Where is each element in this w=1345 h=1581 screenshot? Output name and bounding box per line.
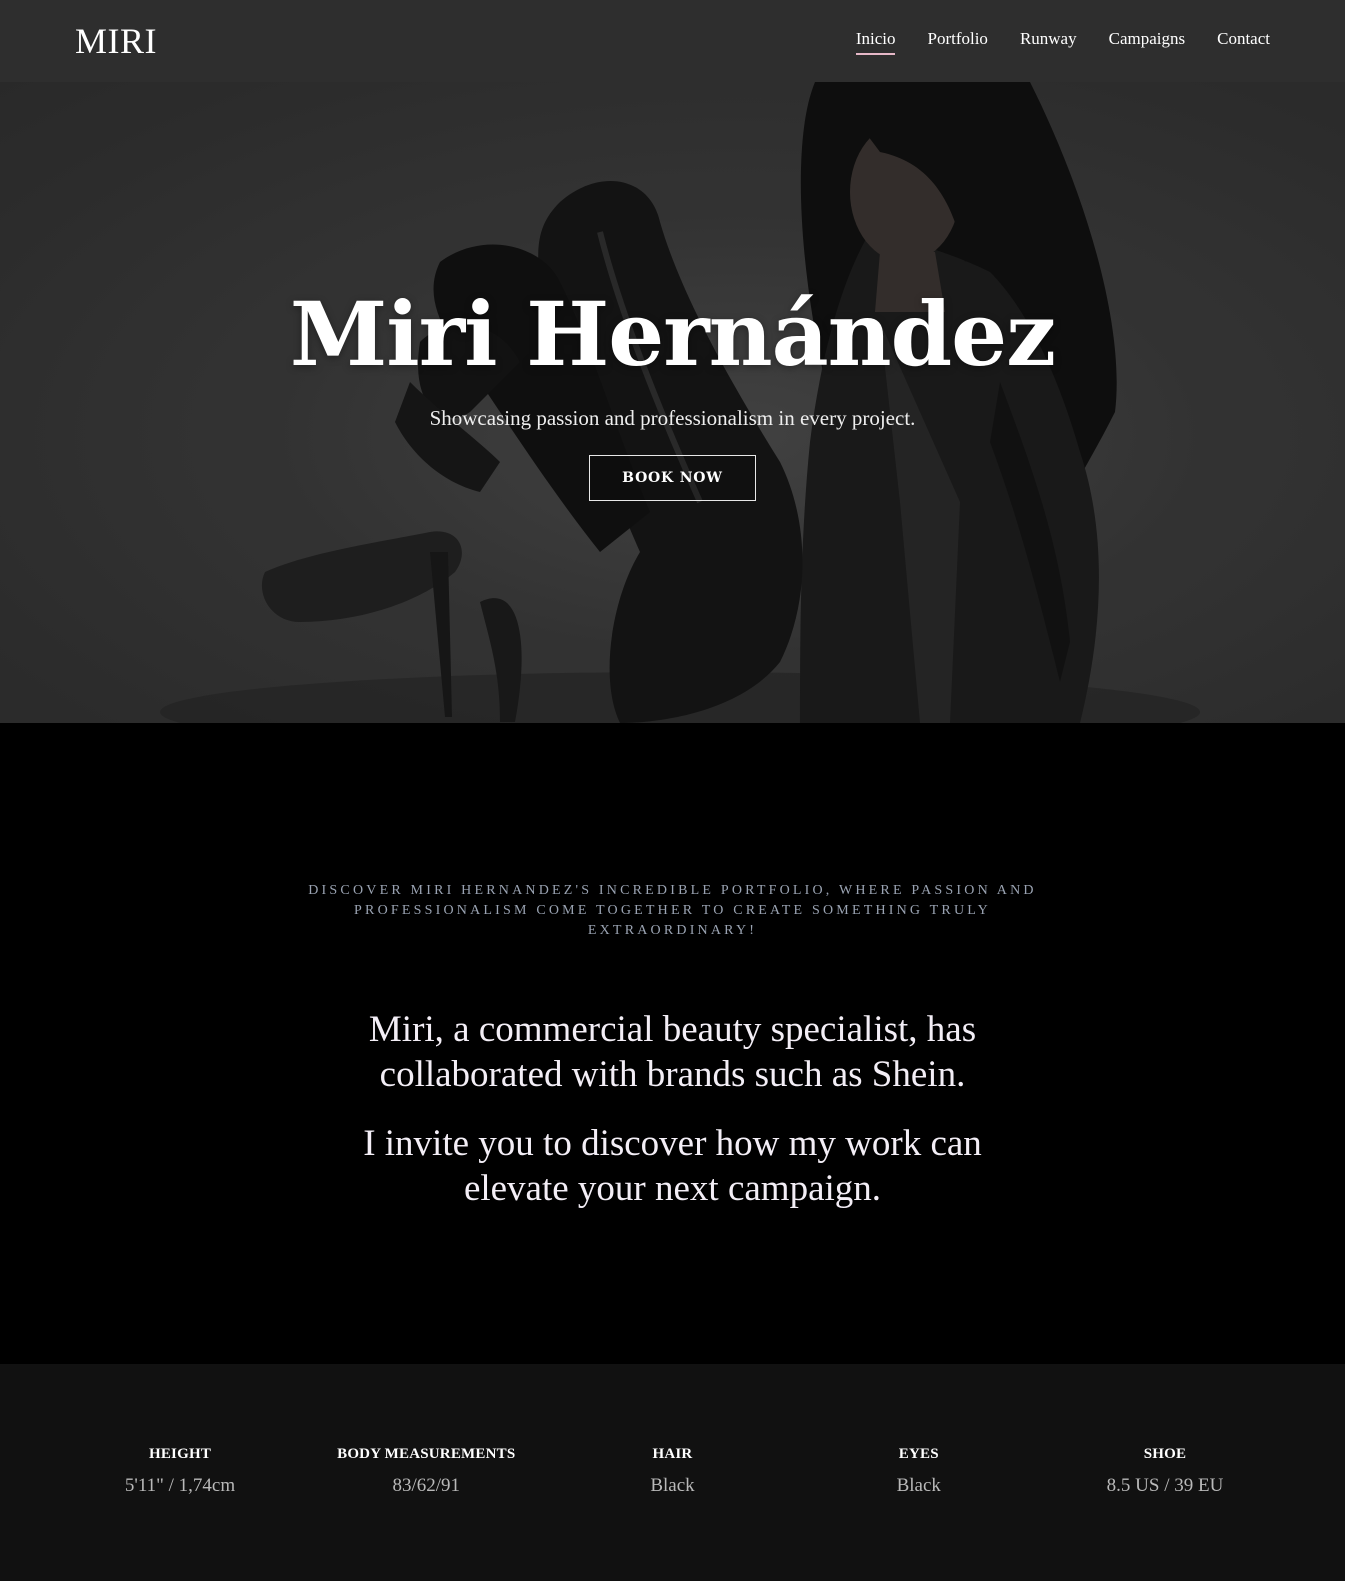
page: MIRI Inicio Portfolio Runway Campaigns C…	[0, 0, 1345, 1581]
main-nav: Inicio Portfolio Runway Campaigns Contac…	[824, 29, 1270, 55]
nav-item-contact[interactable]: Contact	[1217, 29, 1270, 53]
stats-section: HEIGHT 5'11" / 1,74cm BODY MEASUREMENTS …	[0, 1364, 1345, 1581]
intro-kicker: DISCOVER MIRI HERNANDEZ'S INCREDIBLE POR…	[308, 883, 1037, 938]
intro-body: Miri, a commercial beauty specialist, ha…	[323, 1007, 1023, 1211]
stat-label: EYES	[898, 1446, 939, 1462]
nav-item-portfolio[interactable]: Portfolio	[927, 29, 987, 53]
stat-value: 83/62/91	[392, 1475, 461, 1496]
stat-label: HEIGHT	[148, 1446, 212, 1462]
stat-hair: HAIR Black	[550, 1446, 796, 1581]
site-logo[interactable]: MIRI	[75, 20, 157, 62]
intro-section: DISCOVER MIRI HERNANDEZ'S INCREDIBLE POR…	[0, 723, 1345, 1364]
stat-value: 5'11" / 1,74cm	[124, 1475, 236, 1496]
stat-label: SHOE	[1143, 1446, 1187, 1462]
stat-height: HEIGHT 5'11" / 1,74cm	[57, 1446, 303, 1581]
nav-item-campaigns[interactable]: Campaigns	[1109, 29, 1186, 53]
hero-title: Miri Hernández	[289, 282, 1056, 386]
stat-value: Black	[896, 1475, 941, 1496]
nav-item-inicio[interactable]: Inicio	[855, 29, 895, 55]
intro-paragraph: I invite you to discover how my work can…	[363, 1123, 982, 1209]
stat-label: HAIR	[652, 1446, 693, 1462]
hero-subtitle: Showcasing passion and professionalism i…	[429, 406, 916, 430]
stat-value: Black	[650, 1475, 695, 1496]
stat-eyes: EYES Black	[796, 1446, 1042, 1581]
stat-body-measurements: BODY MEASUREMENTS 83/62/91	[303, 1446, 549, 1581]
site-header: MIRI Inicio Portfolio Runway Campaigns C…	[0, 0, 1345, 82]
hero-section: Miri Hernández Showcasing passion and pr…	[0, 82, 1345, 723]
stat-label: BODY MEASUREMENTS	[337, 1446, 516, 1462]
intro-paragraph: Miri, a commercial beauty specialist, ha…	[368, 1009, 977, 1095]
book-now-button[interactable]: BOOK NOW	[589, 455, 756, 501]
nav-item-runway[interactable]: Runway	[1020, 29, 1077, 53]
stat-shoe: SHOE 8.5 US / 39 EU	[1042, 1446, 1288, 1581]
stat-value: 8.5 US / 39 EU	[1106, 1475, 1224, 1496]
hero-content: Miri Hernández Showcasing passion and pr…	[0, 82, 1345, 723]
